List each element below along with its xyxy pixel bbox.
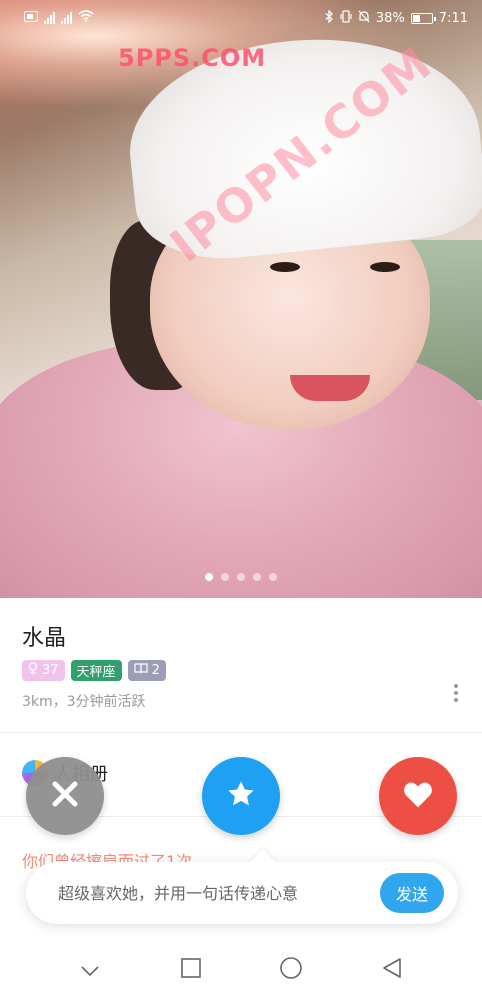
signal-icon: [61, 12, 72, 24]
pager-dot[interactable]: [237, 573, 245, 581]
battery-percent: 38%: [375, 10, 405, 26]
books-count: 2: [151, 663, 160, 678]
clock: 7:11: [438, 10, 468, 26]
star-icon: [225, 778, 257, 814]
mute-bell-icon: [358, 10, 370, 27]
pager-dot[interactable]: [269, 573, 277, 581]
heart-icon: [402, 779, 434, 813]
pager-dot[interactable]: [221, 573, 229, 581]
divider: [0, 732, 482, 733]
app-screen: 5PPS.COM IPOPN.COM 38% 7:11 水晶 37 天秤座 2 …: [0, 0, 482, 1000]
chevron-down-icon: [81, 961, 99, 980]
like-button[interactable]: [379, 757, 457, 835]
pager-dot[interactable]: [253, 573, 261, 581]
super-like-message-input[interactable]: [58, 883, 380, 903]
sim-icon: [24, 10, 38, 26]
close-icon: [50, 779, 80, 813]
distance-activity: 3km，3分钟前活跃: [22, 694, 146, 710]
super-like-message-box: 发送: [26, 862, 458, 924]
circle-icon: [280, 957, 303, 983]
triangle-back-icon: [382, 957, 402, 983]
dislike-button[interactable]: [26, 757, 104, 835]
status-bar-left: [24, 10, 94, 26]
bluetooth-icon: [325, 8, 334, 27]
battery-fill: [412, 14, 421, 22]
books-tag: 2: [127, 660, 166, 681]
nav-hide-button[interactable]: [70, 950, 110, 990]
age-value: 37: [42, 663, 59, 678]
vibrate-icon: [340, 9, 352, 27]
status-bar: 38% 7:11: [0, 0, 482, 36]
photo-eye-right: [370, 262, 400, 272]
square-icon: [180, 958, 201, 982]
photo-pager-dots: [0, 573, 482, 581]
super-like-button[interactable]: [202, 757, 280, 835]
profile-info: 水晶 37 天秤座 2 3km，3分钟前活跃: [0, 598, 482, 733]
pager-dot[interactable]: [205, 573, 213, 581]
photo-eye-left: [270, 262, 300, 272]
age-tag: 37: [22, 660, 65, 681]
profile-name: 水晶: [22, 626, 67, 651]
book-icon: [133, 663, 148, 678]
profile-tags: 37 天秤座 2: [22, 660, 460, 681]
battery-icon: [410, 12, 436, 24]
nav-home-button[interactable]: [271, 950, 311, 990]
signal-icon: [44, 12, 55, 24]
watermark-small: 5PPS.COM: [118, 44, 267, 72]
zodiac-tag: 天秤座: [70, 660, 122, 681]
send-button[interactable]: 发送: [380, 873, 444, 913]
nav-recents-button[interactable]: [171, 950, 211, 990]
profile-photo[interactable]: 5PPS.COM IPOPN.COM: [0, 0, 482, 598]
wifi-icon: [78, 10, 94, 26]
female-icon: [28, 662, 38, 679]
status-bar-right: 38% 7:11: [325, 8, 468, 27]
nav-back-button[interactable]: [372, 950, 412, 990]
more-options-icon[interactable]: [454, 684, 458, 702]
system-nav-bar: [0, 940, 482, 1000]
